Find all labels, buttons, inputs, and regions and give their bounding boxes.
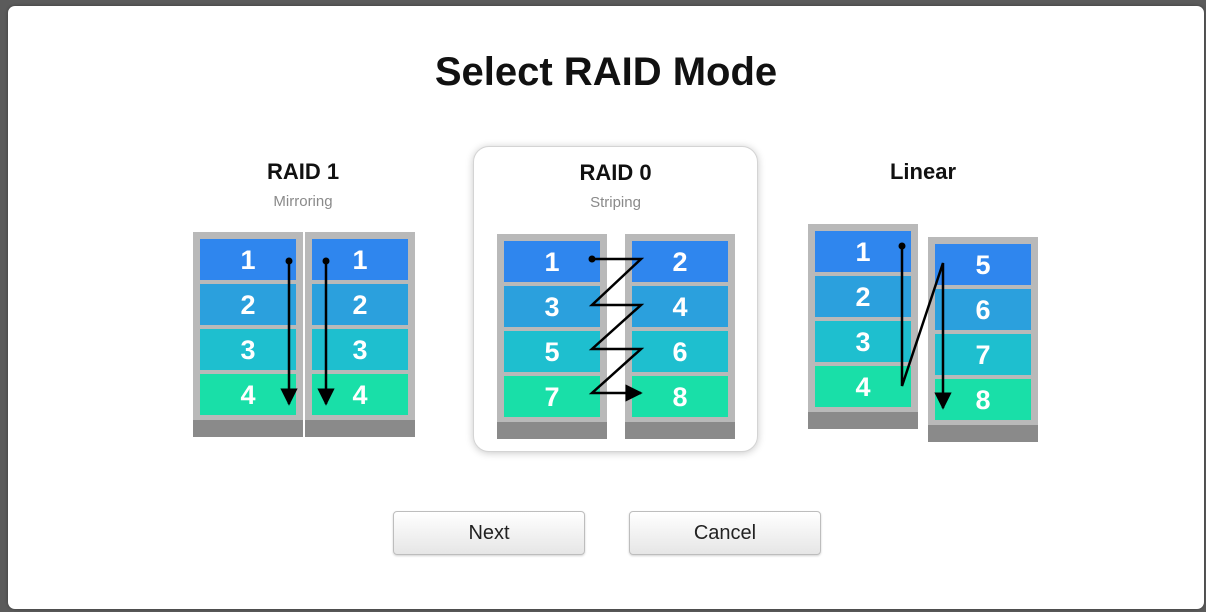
disk-base [625, 422, 735, 439]
block-number: 8 [975, 385, 990, 415]
option-raid1[interactable]: RAID 1 Mirroring 12341234 [178, 146, 428, 450]
block-number: 1 [544, 247, 559, 277]
block-number: 1 [855, 237, 870, 267]
raid1-diagram: 1 2 3 4 1 2 3 4 [193, 232, 415, 437]
block-number: 3 [240, 335, 255, 365]
next-button[interactable]: Next [393, 511, 585, 555]
block-number: 4 [352, 380, 367, 410]
linear-disk-b: 5 6 7 8 [928, 237, 1038, 442]
disk-base [808, 412, 918, 429]
block-number: 3 [855, 327, 870, 357]
block-number: 2 [240, 290, 255, 320]
option-linear[interactable]: Linear 12345678 [798, 146, 1048, 450]
block-number: 2 [352, 290, 367, 320]
block-number: 3 [544, 292, 559, 322]
block-number: 5 [544, 337, 559, 367]
block-number: 1 [352, 245, 367, 275]
disk-base [928, 425, 1038, 442]
raid0-disk-b: 2 4 6 8 [625, 234, 735, 439]
disk-base [305, 420, 415, 437]
raid0-disk-a: 1 3 5 7 [497, 234, 607, 439]
block-number: 5 [975, 250, 990, 280]
block-number: 7 [544, 382, 559, 412]
option-raid0[interactable]: RAID 0 Striping 13572468 [473, 146, 758, 452]
block-number: 7 [975, 340, 990, 370]
block-number: 4 [672, 292, 687, 322]
block-number: 2 [855, 282, 870, 312]
block-number: 6 [975, 295, 990, 325]
raid-mode-dialog: Select RAID Mode RAID 1 Mirroring 123412… [8, 6, 1204, 609]
linear-diagram: 1 2 3 4 5 6 7 8 [808, 224, 1038, 442]
cancel-button[interactable]: Cancel [629, 511, 821, 555]
dialog-title: Select RAID Mode [434, 50, 778, 94]
disk-base [193, 420, 303, 437]
block-number: 1 [240, 245, 255, 275]
raid0-diagram: 1 3 5 7 2 4 6 8 [497, 234, 735, 439]
block-number: 2 [672, 247, 687, 277]
block-number: 4 [240, 380, 255, 410]
disk-base [497, 422, 607, 439]
block-number: 6 [672, 337, 687, 367]
block-number: 8 [672, 382, 687, 412]
block-number: 4 [855, 372, 870, 402]
raid1-disk-b: 1 2 3 4 [305, 232, 415, 437]
block-number: 3 [352, 335, 367, 365]
